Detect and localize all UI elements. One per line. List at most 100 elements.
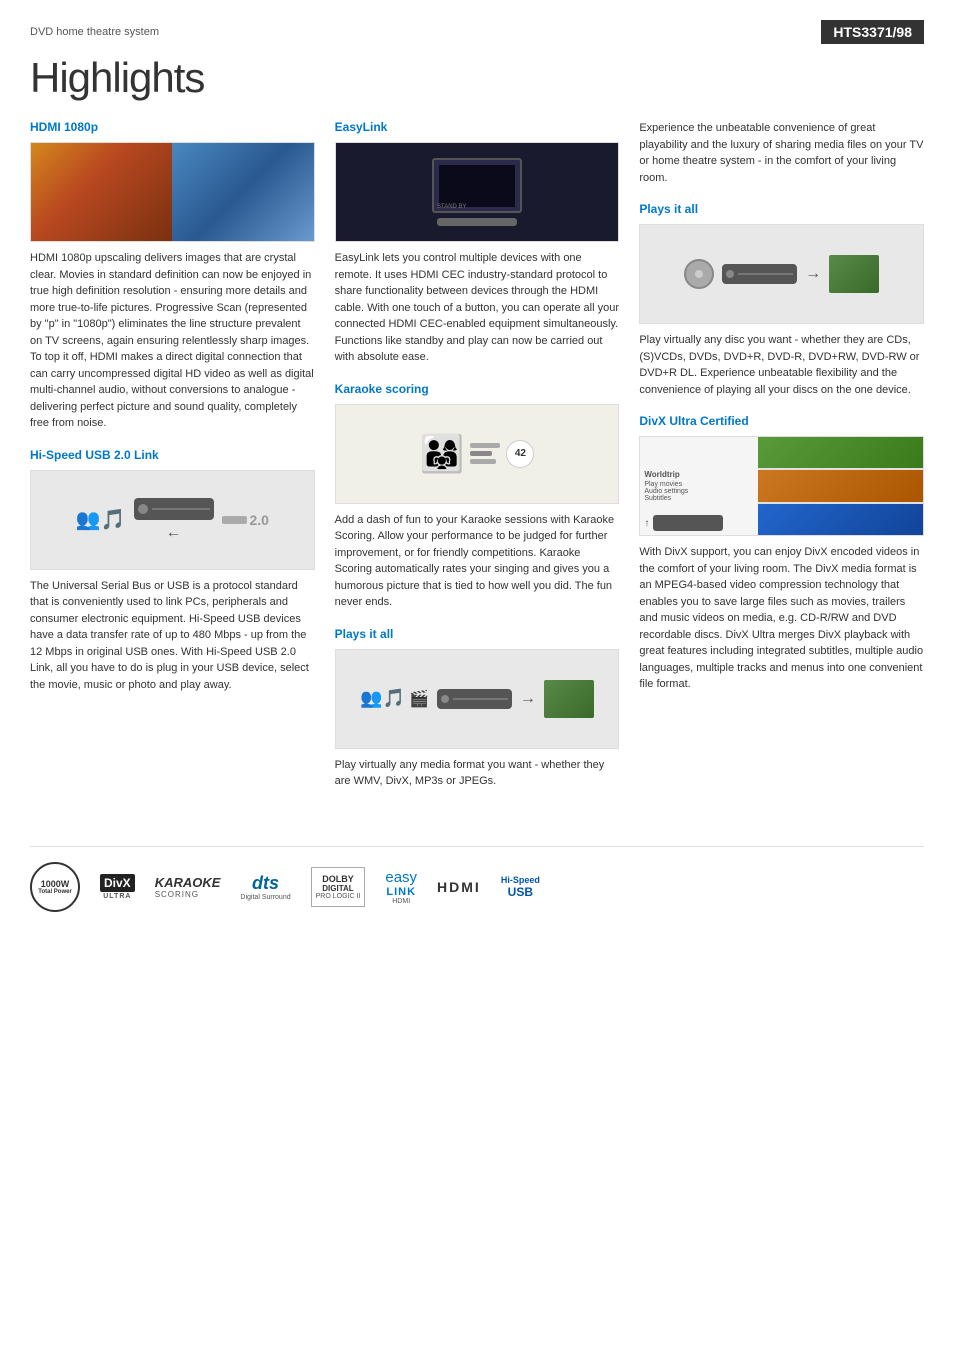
logo-easylink-item: easy LINK HDMI	[385, 867, 417, 907]
hdmi-title: HDMI 1080p	[30, 120, 315, 134]
easylink-title: EasyLink	[335, 120, 620, 134]
plays-all-2-image: 👥🎵 🎬 →	[335, 649, 620, 749]
tv-display: STAND BY	[432, 158, 522, 213]
footer-logos: 1000W Total Power DivX ULTRA KARAOKE SCO…	[30, 846, 924, 907]
scoring-logo-text: SCORING	[155, 890, 199, 899]
usb-player-section: ←	[134, 498, 214, 542]
arrow-left-icon: ←	[166, 524, 182, 542]
plays-all-1-text: Play virtually any disc you want - wheth…	[639, 332, 924, 398]
usb-title: Hi-Speed USB 2.0 Link	[30, 448, 315, 462]
dolby-type-text: DIGITAL	[322, 884, 353, 893]
intro-text: Experience the unbeatable convenience of…	[639, 120, 924, 186]
plays-all-2-title: Plays it all	[335, 627, 620, 641]
feature-plays-all-2: Plays it all 👥🎵 🎬 → Play virtually any m…	[335, 627, 620, 790]
divx-img-bottom	[758, 504, 923, 535]
divx-player-row: ↑	[644, 515, 723, 531]
dts-logo-text: dts	[252, 873, 279, 894]
disc-hole	[695, 270, 703, 278]
hdmi-logo-text: HDMI	[437, 879, 481, 895]
dolby-digital-text: DOLBY	[322, 874, 354, 884]
column-middle: EasyLink STAND BY EasyLink lets you cont…	[335, 120, 620, 806]
usb-2-label: 2.0	[250, 512, 269, 528]
people-music-icon: 👥🎵	[360, 688, 405, 709]
logo-karaoke-item: KARAOKE SCORING	[155, 867, 221, 907]
logo-hdmi-item: HDMI	[437, 867, 481, 907]
product-category: DVD home theatre system	[30, 26, 159, 38]
tv-landscape-1	[829, 255, 879, 293]
divx-img-top	[758, 437, 923, 468]
usb-image: 👥🎵 ← 2.0	[30, 470, 315, 570]
column-left: HDMI 1080p HDMI 1080p upscaling delivers…	[30, 120, 315, 806]
hdmi-img-right	[172, 143, 313, 241]
1000w-text: 1000W	[41, 879, 70, 889]
divx-title: DivX Ultra Certified	[639, 414, 924, 428]
easylink-text: EasyLink lets you control multiple devic…	[335, 250, 620, 366]
feature-usb: Hi-Speed USB 2.0 Link 👥🎵 ← 2.	[30, 448, 315, 694]
divx-text: With DivX support, you can enjoy DivX en…	[639, 544, 924, 693]
1000w-badge: 1000W Total Power	[30, 862, 80, 912]
column-right: Experience the unbeatable convenience of…	[639, 120, 924, 806]
score-bar-2	[470, 451, 492, 456]
usb-stick-area: 2.0	[222, 512, 269, 528]
dvd-player-divx	[653, 515, 723, 531]
logo-dts-item: dts Digital Surround	[240, 867, 290, 907]
hdmi-image	[30, 142, 315, 242]
logo-1000w: 1000W Total Power	[30, 867, 80, 907]
logo-divx-item: DivX ULTRA	[100, 867, 135, 907]
usb-logo-text: USB	[508, 885, 533, 899]
hdmi-img-left	[31, 143, 172, 241]
media-icons: 👥🎵 🎬	[360, 688, 429, 709]
player-slot-1	[738, 273, 793, 275]
audio-settings-label: Audio settings	[644, 488, 754, 495]
dvd-player-img	[134, 498, 214, 520]
karaoke-people-icon: 👨‍👩‍👧	[420, 433, 465, 475]
up-arrow-icon: ↑	[644, 518, 649, 529]
hdmi-text: HDMI 1080p upscaling delivers images tha…	[30, 250, 315, 432]
page-container: DVD home theatre system HTS3371/98 Highl…	[0, 0, 954, 927]
divx-image: Worldtrip Play movies Audio settings Sub…	[639, 436, 924, 536]
score-bars	[470, 443, 500, 464]
feature-karaoke: Karaoke scoring 👨‍👩‍👧 42 Add a dash of f…	[335, 382, 620, 611]
hispeed-text: Hi-Speed	[501, 875, 540, 885]
easylink-image: STAND BY	[335, 142, 620, 242]
tv-landscape-2	[544, 680, 594, 718]
divx-logo-text: DivX	[100, 874, 135, 892]
player-slot-2	[453, 698, 508, 700]
feature-divx: DivX Ultra Certified Worldtrip Play movi…	[639, 414, 924, 693]
karaoke-text: Add a dash of fun to your Karaoke sessio…	[335, 512, 620, 611]
divx-img-mid	[758, 470, 923, 501]
remote-control	[437, 218, 517, 226]
divx-image-panel	[758, 437, 923, 535]
plays-all-1-image: →	[639, 224, 924, 324]
usb-stick	[222, 516, 247, 524]
player-disc-1	[726, 270, 734, 278]
plays-all-1-title: Plays it all	[639, 202, 924, 216]
worldtrip-label: Worldtrip	[644, 470, 754, 479]
tv-screen	[439, 165, 515, 207]
score-display: 42	[506, 440, 534, 468]
disc-slot	[138, 504, 148, 514]
disc-icon-1	[684, 259, 714, 289]
player-disc-2	[441, 695, 449, 703]
score-bar-3	[470, 459, 496, 464]
easy-text: easy	[385, 869, 417, 886]
ultra-text: ULTRA	[103, 893, 131, 900]
dolby-pro-text: PRO LOGIC II	[316, 893, 361, 900]
player-body-1	[722, 264, 797, 284]
intro-text-block: Experience the unbeatable convenience of…	[639, 120, 924, 186]
main-content: HDMI 1080p HDMI 1080p upscaling delivers…	[30, 120, 924, 806]
slot-line	[152, 508, 210, 510]
arrow-right-2-icon: →	[520, 690, 536, 708]
usb-text: The Universal Serial Bus or USB is a pro…	[30, 578, 315, 694]
logo-usb-item: Hi-Speed USB	[501, 867, 540, 907]
karaoke-image: 👨‍👩‍👧 42	[335, 404, 620, 504]
model-badge: HTS3371/98	[821, 20, 924, 44]
score-bar-1	[470, 443, 500, 448]
plays-all-2-text: Play virtually any media format you want…	[335, 757, 620, 790]
logo-dolby-item: DOLBY DIGITAL PRO LOGIC II	[311, 867, 366, 907]
dts-sub-text: Digital Surround	[240, 894, 290, 901]
divx-logo-group: DivX	[100, 874, 135, 892]
link-text: LINK	[386, 886, 416, 898]
karaoke-logo-text: KARAOKE	[155, 875, 221, 890]
player-body-2	[437, 689, 512, 709]
